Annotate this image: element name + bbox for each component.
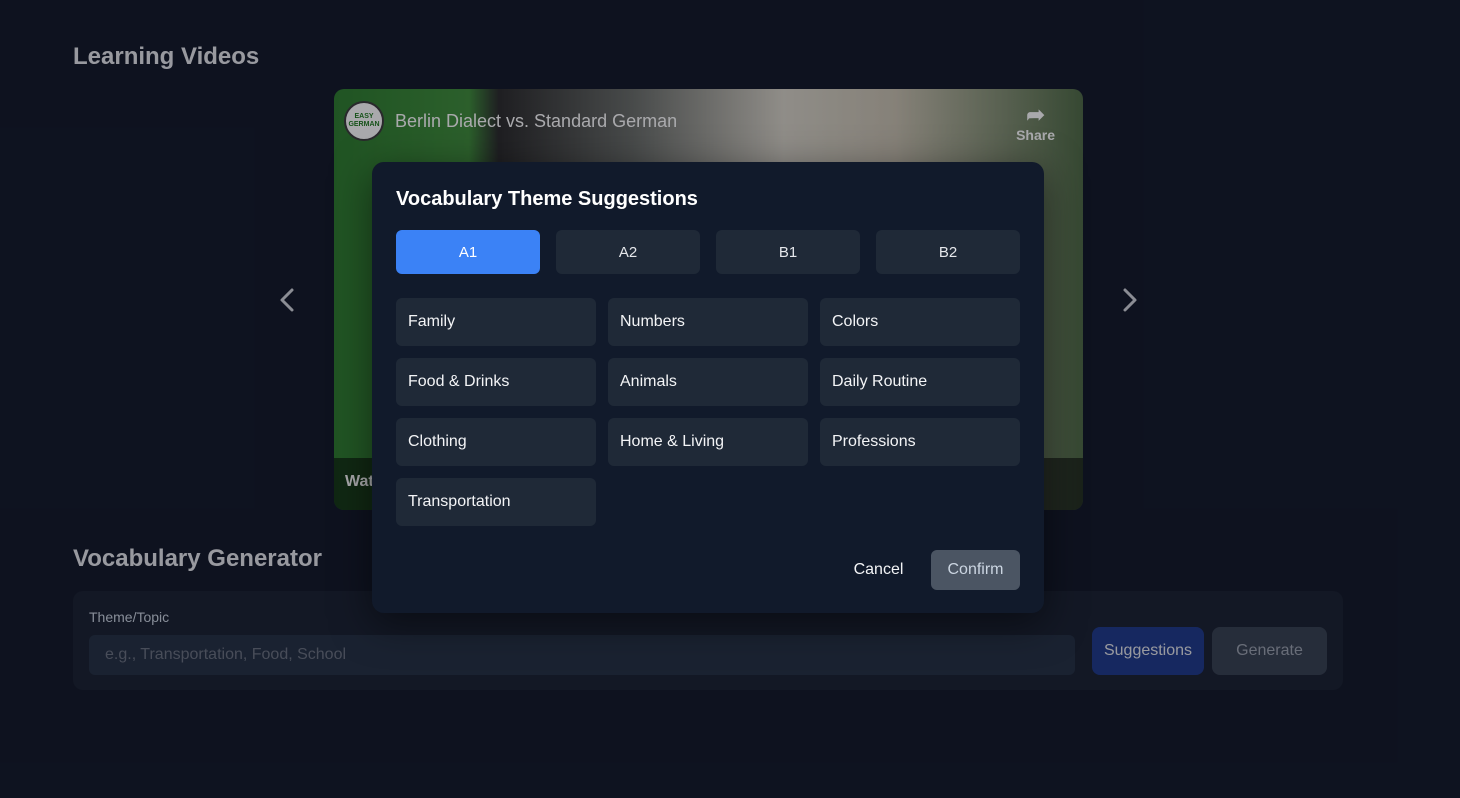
theme-option-daily-routine[interactable]: Daily Routine (820, 358, 1020, 406)
modal-title: Vocabulary Theme Suggestions (396, 188, 698, 210)
level-tab-a2[interactable]: A2 (556, 230, 700, 274)
theme-option-animals[interactable]: Animals (608, 358, 808, 406)
level-tabs: A1 A2 B1 B2 (396, 230, 1020, 274)
level-tab-a1[interactable]: A1 (396, 230, 540, 274)
theme-grid: Family Numbers Colors Food & Drinks Anim… (396, 298, 1020, 526)
confirm-button[interactable]: Confirm (931, 550, 1020, 590)
theme-option-food-drinks[interactable]: Food & Drinks (396, 358, 596, 406)
theme-option-numbers[interactable]: Numbers (608, 298, 808, 346)
theme-option-clothing[interactable]: Clothing (396, 418, 596, 466)
cancel-button[interactable]: Cancel (836, 550, 921, 590)
theme-option-family[interactable]: Family (396, 298, 596, 346)
theme-option-home-living[interactable]: Home & Living (608, 418, 808, 466)
theme-option-colors[interactable]: Colors (820, 298, 1020, 346)
level-tab-b1[interactable]: B1 (716, 230, 860, 274)
level-tab-b2[interactable]: B2 (876, 230, 1020, 274)
theme-option-transportation[interactable]: Transportation (396, 478, 596, 526)
theme-option-professions[interactable]: Professions (820, 418, 1020, 466)
theme-suggestions-modal: Vocabulary Theme Suggestions A1 A2 B1 B2… (372, 162, 1044, 613)
